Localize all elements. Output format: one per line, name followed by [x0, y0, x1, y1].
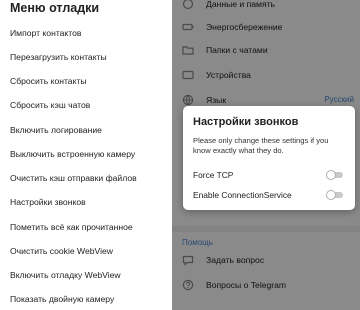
call-settings-dialog: Настройки звонков Please only change the…	[183, 106, 355, 210]
dialog-description: Please only change these settings if you…	[193, 136, 329, 155]
toggle-knob	[326, 190, 336, 200]
menu-item-clear-upload-cache[interactable]: Очистить кэш отправки файлов	[10, 169, 168, 187]
connection-service-toggle[interactable]	[326, 190, 343, 200]
option-force-tcp[interactable]: Force TCP	[183, 165, 355, 185]
force-tcp-toggle[interactable]	[326, 170, 343, 180]
option-label: Force TCP	[193, 170, 234, 180]
menu-item-clear-webview-cookies[interactable]: Очистить cookie WebView	[10, 242, 168, 260]
dialog-title: Настройки звонков	[193, 116, 299, 128]
menu-item-dual-camera[interactable]: Показать двойную камеру	[10, 290, 168, 308]
toggle-knob	[326, 170, 336, 180]
menu-item-webview-debug[interactable]: Включить отладку WebView	[10, 266, 168, 284]
menu-item-import-contacts[interactable]: Импорт контактов	[10, 24, 168, 42]
menu-item-enable-logging[interactable]: Включить логирование	[10, 121, 168, 139]
menu-item-reset-contacts[interactable]: Сбросить контакты	[10, 72, 168, 90]
menu-item-disable-camera[interactable]: Выключить встроенную камеру	[10, 145, 168, 163]
drawer-title: Меню отладки	[10, 1, 100, 15]
option-label: Enable ConnectionService	[193, 190, 292, 200]
debug-menu-drawer: Меню отладки Импорт контактов Перезагруз…	[0, 0, 172, 310]
menu-item-mark-all-read[interactable]: Пометить всё как прочитанное	[10, 218, 168, 236]
menu-item-reset-chat-cache[interactable]: Сбросить кэш чатов	[10, 96, 168, 114]
menu-item-reload-contacts[interactable]: Перезагрузить контакты	[10, 48, 168, 66]
menu-item-call-settings[interactable]: Настройки звонков	[10, 193, 168, 211]
option-connection-service[interactable]: Enable ConnectionService	[183, 185, 355, 205]
